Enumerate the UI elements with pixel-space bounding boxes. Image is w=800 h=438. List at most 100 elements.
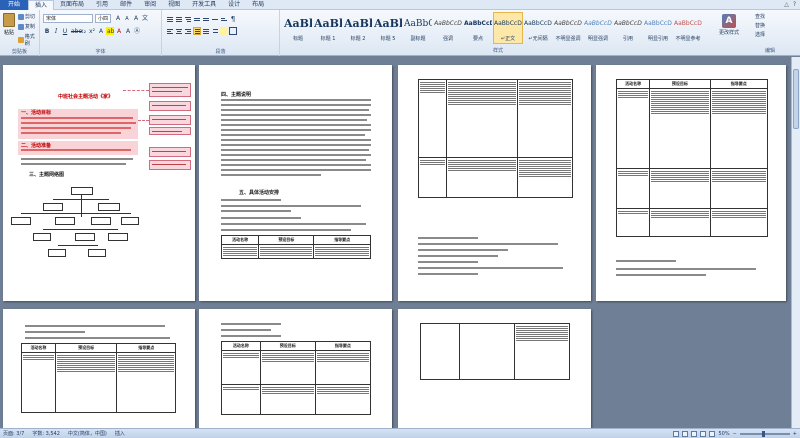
bold-icon[interactable]: B (43, 27, 51, 35)
tab-mailings[interactable]: 邮件 (114, 0, 138, 10)
full-screen-view-icon[interactable] (682, 430, 689, 437)
page-5[interactable]: 活动名称 预设目标 指导要点 (3, 309, 195, 428)
comment-balloon[interactable] (149, 147, 191, 157)
help-icon[interactable]: ? (793, 1, 796, 8)
italic-icon[interactable]: I (52, 27, 60, 35)
comment-balloon[interactable] (149, 115, 191, 125)
tab-review[interactable]: 审阅 (138, 0, 162, 10)
insert-mode[interactable]: 插入 (115, 430, 125, 437)
page-2[interactable]: 四、主题说明 五、具体活动安排 活动名称 预设目标 指导要点 (199, 65, 392, 301)
style-intense-emphasis[interactable]: AaBbCcDd 明显强调 (583, 12, 613, 44)
zoom-out-icon[interactable]: − (733, 431, 737, 437)
chinese-layout-icon[interactable] (211, 15, 219, 23)
strikethrough-icon[interactable]: abc (70, 27, 82, 35)
borders-icon[interactable] (229, 27, 237, 35)
superscript-icon[interactable]: x² (88, 27, 96, 35)
style-heading2[interactable]: AaBbC 标题 2 (343, 12, 373, 44)
font-color-icon[interactable]: A (115, 27, 123, 35)
increase-indent-icon[interactable] (202, 15, 210, 23)
draft-view-icon[interactable] (709, 430, 716, 437)
align-right-icon[interactable] (184, 27, 192, 35)
zoom-slider[interactable] (739, 430, 790, 437)
text-effects-icon[interactable]: A (97, 27, 105, 35)
page-counter[interactable]: 页面: 3/7 (3, 430, 24, 437)
table-header: 指导要点 (314, 341, 372, 351)
style-title[interactable]: AaBbC 标题 (283, 12, 313, 44)
comment-balloon[interactable] (149, 101, 191, 111)
style-subtitle[interactable]: AaBbC 副标题 (403, 12, 433, 44)
style-intense-quote[interactable]: AaBbCcDd 明显引用 (643, 12, 673, 44)
comment-balloon[interactable] (149, 83, 191, 97)
web-layout-view-icon[interactable] (691, 430, 698, 437)
highlight-icon[interactable]: ab (106, 27, 115, 35)
underline-icon[interactable]: U (61, 27, 69, 35)
tab-references[interactable]: 引用 (90, 0, 114, 10)
font-size-select[interactable]: 小四 (95, 14, 111, 23)
tab-design[interactable]: 设计 (222, 0, 246, 10)
vertical-scrollbar[interactable] (791, 57, 800, 428)
distributed-icon[interactable] (202, 27, 210, 35)
select-button[interactable]: 选择 (755, 31, 765, 40)
word-count[interactable]: 字数: 3,542 (32, 430, 60, 437)
style-normal[interactable]: AaBbCcDd ↵正文 (493, 12, 523, 44)
style-strong[interactable]: AaBbCcD 要点 (463, 12, 493, 44)
style-no-spacing[interactable]: AaBbCcDd ↵无间隔 (523, 12, 553, 44)
zoom-slider-thumb[interactable] (761, 430, 765, 437)
line-spacing-icon[interactable] (211, 27, 219, 35)
paste-button[interactable]: 粘贴 (2, 13, 16, 43)
enclose-char-icon[interactable]: Ⓐ (133, 27, 141, 35)
replace-button[interactable]: 替换 (755, 22, 765, 31)
clear-format-icon[interactable]: A (132, 14, 140, 22)
page-3[interactable] (398, 65, 591, 301)
align-center-icon[interactable] (175, 27, 183, 35)
style-subtle-reference[interactable]: AaBbCcDd 不明显参考 (673, 12, 703, 44)
style-quote[interactable]: AaBbCcDd 引用 (613, 12, 643, 44)
comment-balloon[interactable] (149, 127, 191, 135)
find-button[interactable]: 查找 (755, 13, 765, 22)
numbering-icon[interactable] (175, 15, 183, 23)
print-layout-view-icon[interactable] (673, 430, 680, 437)
tab-insert[interactable]: 插入 (28, 0, 55, 10)
tab-page-layout[interactable]: 页面布局 (54, 0, 90, 10)
style-sample: AaBbCcDd (614, 20, 642, 27)
multilevel-list-icon[interactable] (184, 15, 192, 23)
style-heading1[interactable]: AaBb 标题 1 (313, 12, 343, 44)
subscript-icon[interactable]: x₂ (79, 27, 87, 35)
zoom-in-icon[interactable]: + (793, 431, 797, 437)
copy-button[interactable]: 复制 (18, 23, 35, 30)
outline-view-icon[interactable] (700, 430, 707, 437)
sort-icon[interactable] (220, 15, 228, 23)
minimize-ribbon-icon[interactable]: △ (784, 1, 789, 8)
page-4[interactable]: 活动名称 预设目标 指导要点 (596, 65, 786, 301)
scrollbar-thumb[interactable] (793, 69, 799, 129)
align-left-icon[interactable] (166, 27, 174, 35)
justify-icon[interactable] (193, 27, 201, 35)
shading-icon[interactable] (220, 27, 228, 35)
zoom-level[interactable]: 50% (718, 431, 729, 437)
tab-view[interactable]: 视图 (162, 0, 186, 10)
font-name-select[interactable]: 宋体 (43, 14, 93, 23)
tab-file[interactable]: 开始 (0, 0, 29, 10)
style-heading5[interactable]: AaBbCc 标题 5 (373, 12, 403, 44)
page-1[interactable]: 中班社会主题活动《家》 一、活动目标 二、活动准备 三、主题网络图 (3, 65, 195, 301)
page-7[interactable] (398, 309, 591, 428)
document-area[interactable]: 中班社会主题活动《家》 一、活动目标 二、活动准备 三、主题网络图 四、主题说明… (0, 57, 800, 428)
change-styles-button[interactable]: A 更改样式 (718, 14, 740, 36)
style-subtle-emphasis[interactable]: AaBbCcDd 不明显强调 (553, 12, 583, 44)
style-emphasis[interactable]: AaBbCcD 强调 (433, 12, 463, 44)
char-shading-icon[interactable]: A (124, 27, 132, 35)
tab-developer[interactable]: 开发工具 (186, 0, 222, 10)
shrink-font-icon[interactable]: A (123, 14, 131, 22)
tab-layout[interactable]: 布局 (246, 0, 270, 10)
bullets-icon[interactable] (166, 15, 174, 23)
language-indicator[interactable]: 中文(简体，中国) (68, 430, 107, 437)
cut-button[interactable]: 剪切 (18, 13, 35, 20)
style-sample: AaBbCcDd (494, 20, 522, 27)
decrease-indent-icon[interactable] (193, 15, 201, 23)
grow-font-icon[interactable]: A (114, 14, 122, 22)
page-6[interactable]: 活动名称 预设目标 指导要点 (199, 309, 392, 428)
phonetic-guide-icon[interactable]: 文 (141, 14, 149, 22)
format-painter-button[interactable]: 格式刷 (18, 33, 39, 47)
show-marks-icon[interactable]: ¶ (229, 15, 237, 23)
comment-balloon[interactable] (149, 160, 191, 170)
